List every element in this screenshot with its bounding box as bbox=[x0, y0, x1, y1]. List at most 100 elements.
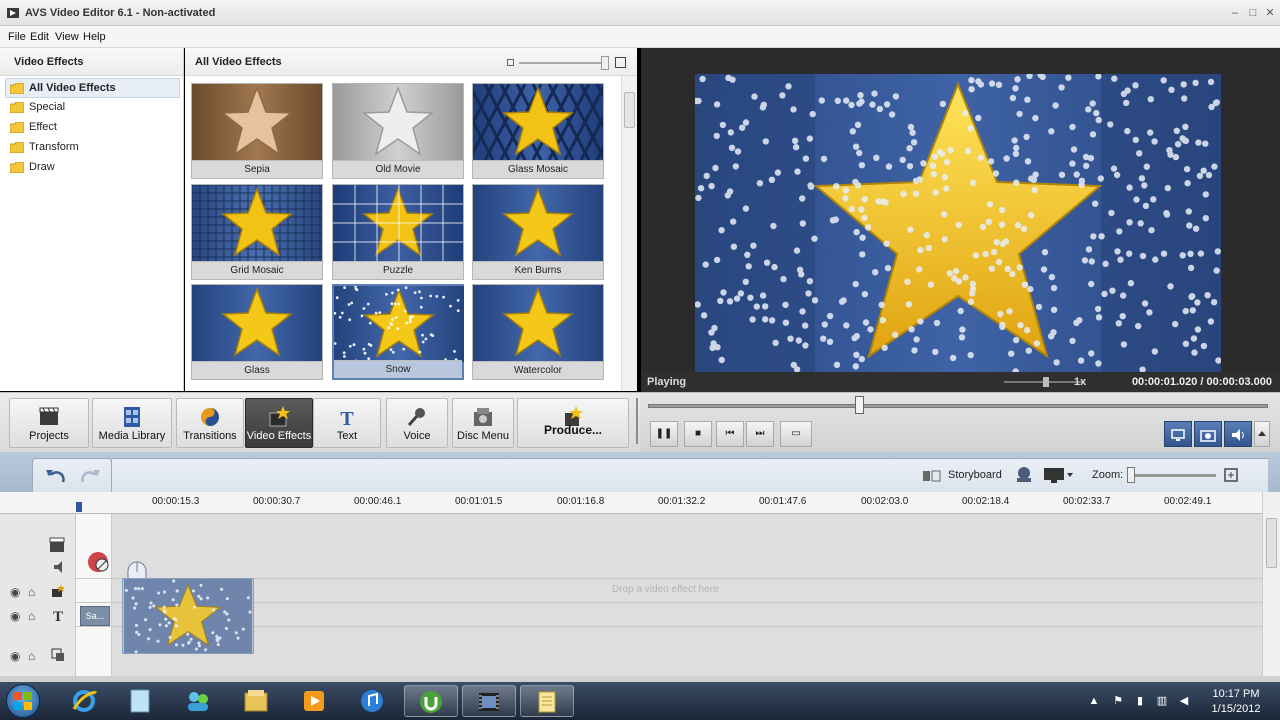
redo-icon[interactable] bbox=[79, 468, 101, 486]
effect-thumbnail bbox=[333, 185, 463, 261]
taskbar-clock-date[interactable]: 1/15/2012 bbox=[1206, 703, 1266, 715]
taskbar-avs-video-editor[interactable] bbox=[462, 685, 516, 717]
menu-file[interactable]: File bbox=[8, 31, 26, 43]
audio-track-icon[interactable] bbox=[52, 560, 68, 574]
taskbar-explorer[interactable] bbox=[230, 685, 284, 717]
effect-tile-old-movie[interactable]: Old Movie bbox=[332, 83, 464, 179]
start-button[interactable] bbox=[6, 684, 40, 718]
folder-icon bbox=[10, 162, 24, 173]
small-thumbnails-icon[interactable] bbox=[507, 59, 514, 66]
effect-tile-puzzle[interactable]: Puzzle bbox=[332, 184, 464, 280]
effect-tile-glass[interactable]: Glass bbox=[191, 284, 323, 380]
storyboard-toggle[interactable]: Storyboard bbox=[948, 469, 1002, 481]
category-all-video-effects[interactable]: All Video Effects bbox=[5, 78, 180, 98]
lock-icon[interactable]: ⌂ bbox=[28, 610, 35, 622]
effect-tile-watercolor[interactable]: Watercolor bbox=[472, 284, 604, 380]
effect-tile-grid-mosaic[interactable]: Grid Mosaic bbox=[191, 184, 323, 280]
undo-icon[interactable] bbox=[45, 468, 67, 486]
taskbar-clock-time[interactable]: 10:17 PM bbox=[1206, 688, 1266, 700]
lock-icon[interactable]: ⌂ bbox=[28, 586, 35, 598]
audio-recording-icon[interactable] bbox=[1013, 466, 1035, 484]
next-frame-button[interactable]: ⏭ bbox=[746, 421, 774, 447]
eye-icon[interactable]: ◉ bbox=[10, 650, 20, 662]
effect-tile-label: Snow bbox=[334, 360, 462, 378]
seek-bar[interactable] bbox=[648, 404, 1268, 408]
timeline-scrollbar-thumb[interactable] bbox=[1266, 518, 1277, 568]
menu-help[interactable]: Help bbox=[83, 31, 106, 43]
taskbar-itunes[interactable] bbox=[346, 685, 400, 717]
text-track-icon: T bbox=[53, 609, 63, 623]
notepad-icon bbox=[538, 691, 556, 713]
maximize-button[interactable]: □ bbox=[1246, 6, 1260, 20]
taskbar-media-player[interactable] bbox=[288, 685, 342, 717]
pause-button[interactable]: ❚❚ bbox=[650, 421, 678, 447]
thumbnail-size-slider[interactable] bbox=[519, 62, 609, 64]
battery-icon[interactable]: ▮ bbox=[1134, 695, 1146, 707]
taskbar-utorrent[interactable] bbox=[404, 685, 458, 717]
menu-edit[interactable]: Edit bbox=[30, 31, 49, 43]
taskbar-notes[interactable] bbox=[520, 685, 574, 717]
volume-button[interactable] bbox=[1224, 421, 1252, 447]
eye-icon[interactable]: ◉ bbox=[10, 586, 20, 598]
playback-speed-handle[interactable] bbox=[1043, 377, 1049, 387]
zoom-handle[interactable] bbox=[1127, 467, 1135, 483]
effects-scrollbar-thumb[interactable] bbox=[624, 92, 635, 128]
effects-scrollbar[interactable] bbox=[621, 76, 637, 391]
video-effects-button[interactable]: Video Effects bbox=[245, 398, 313, 448]
taskbar-messenger[interactable] bbox=[172, 685, 226, 717]
category-draw[interactable]: Draw bbox=[0, 158, 183, 178]
effect-tile-snow[interactable]: Snow bbox=[332, 284, 464, 380]
camera-icon bbox=[1200, 430, 1216, 442]
taskbar-app-2[interactable] bbox=[114, 685, 168, 717]
ruler-tick: 00:00:46.1 bbox=[354, 496, 402, 507]
timeline-tracks[interactable]: Drop a video effect here Sa... bbox=[76, 514, 1262, 676]
eye-icon[interactable]: ◉ bbox=[10, 610, 20, 622]
monitor-button[interactable] bbox=[1164, 421, 1192, 447]
video-effect-clip[interactable] bbox=[122, 578, 254, 654]
ruler-tick: 00:01:47.6 bbox=[759, 496, 807, 507]
menu-view[interactable]: View bbox=[55, 31, 79, 43]
storyboard-toggle-icon[interactable] bbox=[922, 469, 942, 483]
lock-icon[interactable]: ⌂ bbox=[28, 650, 35, 662]
effect-tile-glass-mosaic[interactable]: Glass Mosaic bbox=[472, 83, 604, 179]
stop-button[interactable]: ■ bbox=[684, 421, 712, 447]
produce-button[interactable]: Produce... bbox=[517, 398, 629, 448]
timeline-ruler[interactable]: 00:00:15.3 00:00:30.7 00:00:46.1 00:01:0… bbox=[0, 492, 1280, 514]
transitions-button[interactable]: Transitions bbox=[176, 398, 244, 448]
timeline-playhead[interactable] bbox=[76, 502, 82, 512]
effect-thumbnail bbox=[192, 285, 322, 361]
volume-expand-button[interactable] bbox=[1254, 421, 1270, 447]
fullscreen-button[interactable]: ▭ bbox=[780, 421, 812, 447]
thumbnail-size-handle[interactable] bbox=[601, 56, 609, 70]
media-library-button[interactable]: Media Library bbox=[92, 398, 172, 448]
timeline-vertical-scrollbar[interactable] bbox=[1262, 492, 1280, 676]
action-center-icon[interactable]: ⚑ bbox=[1112, 695, 1124, 707]
snapshot-button[interactable] bbox=[1194, 421, 1222, 447]
category-effect[interactable]: Effect bbox=[0, 118, 183, 138]
volume-tray-icon[interactable]: ◀ bbox=[1178, 695, 1190, 707]
projects-button[interactable]: Projects bbox=[9, 398, 89, 448]
close-button[interactable]: ✕ bbox=[1263, 6, 1277, 20]
disc-menu-button[interactable]: Disc Menu bbox=[452, 398, 514, 448]
fit-timeline-icon[interactable] bbox=[1223, 467, 1239, 483]
voice-button[interactable]: Voice bbox=[386, 398, 448, 448]
previous-frame-button[interactable]: ⏮ bbox=[716, 421, 744, 447]
media-player-icon bbox=[304, 691, 324, 711]
minimize-button[interactable]: ‒ bbox=[1228, 6, 1242, 20]
effect-tile-label: Sepia bbox=[192, 160, 322, 178]
seek-handle[interactable] bbox=[854, 396, 864, 414]
large-thumbnails-icon[interactable] bbox=[615, 57, 626, 68]
text-button[interactable]: T Text bbox=[313, 398, 381, 448]
network-icon[interactable]: ▥ bbox=[1156, 695, 1168, 707]
category-special[interactable]: Special bbox=[0, 98, 183, 118]
effect-tile-ken-burns[interactable]: Ken Burns bbox=[472, 184, 604, 280]
category-transform[interactable]: Transform bbox=[0, 138, 183, 158]
text-clip[interactable]: Sa... bbox=[80, 606, 110, 626]
preview-video[interactable] bbox=[695, 74, 1221, 372]
monitor-settings-icon[interactable] bbox=[1043, 466, 1073, 484]
zoom-slider[interactable] bbox=[1130, 474, 1216, 477]
show-hidden-icons[interactable]: ▲ bbox=[1088, 695, 1100, 707]
windows-logo-icon bbox=[14, 692, 32, 710]
effect-tile-sepia[interactable]: Sepia bbox=[191, 83, 323, 179]
taskbar-internet-explorer[interactable] bbox=[58, 685, 112, 717]
